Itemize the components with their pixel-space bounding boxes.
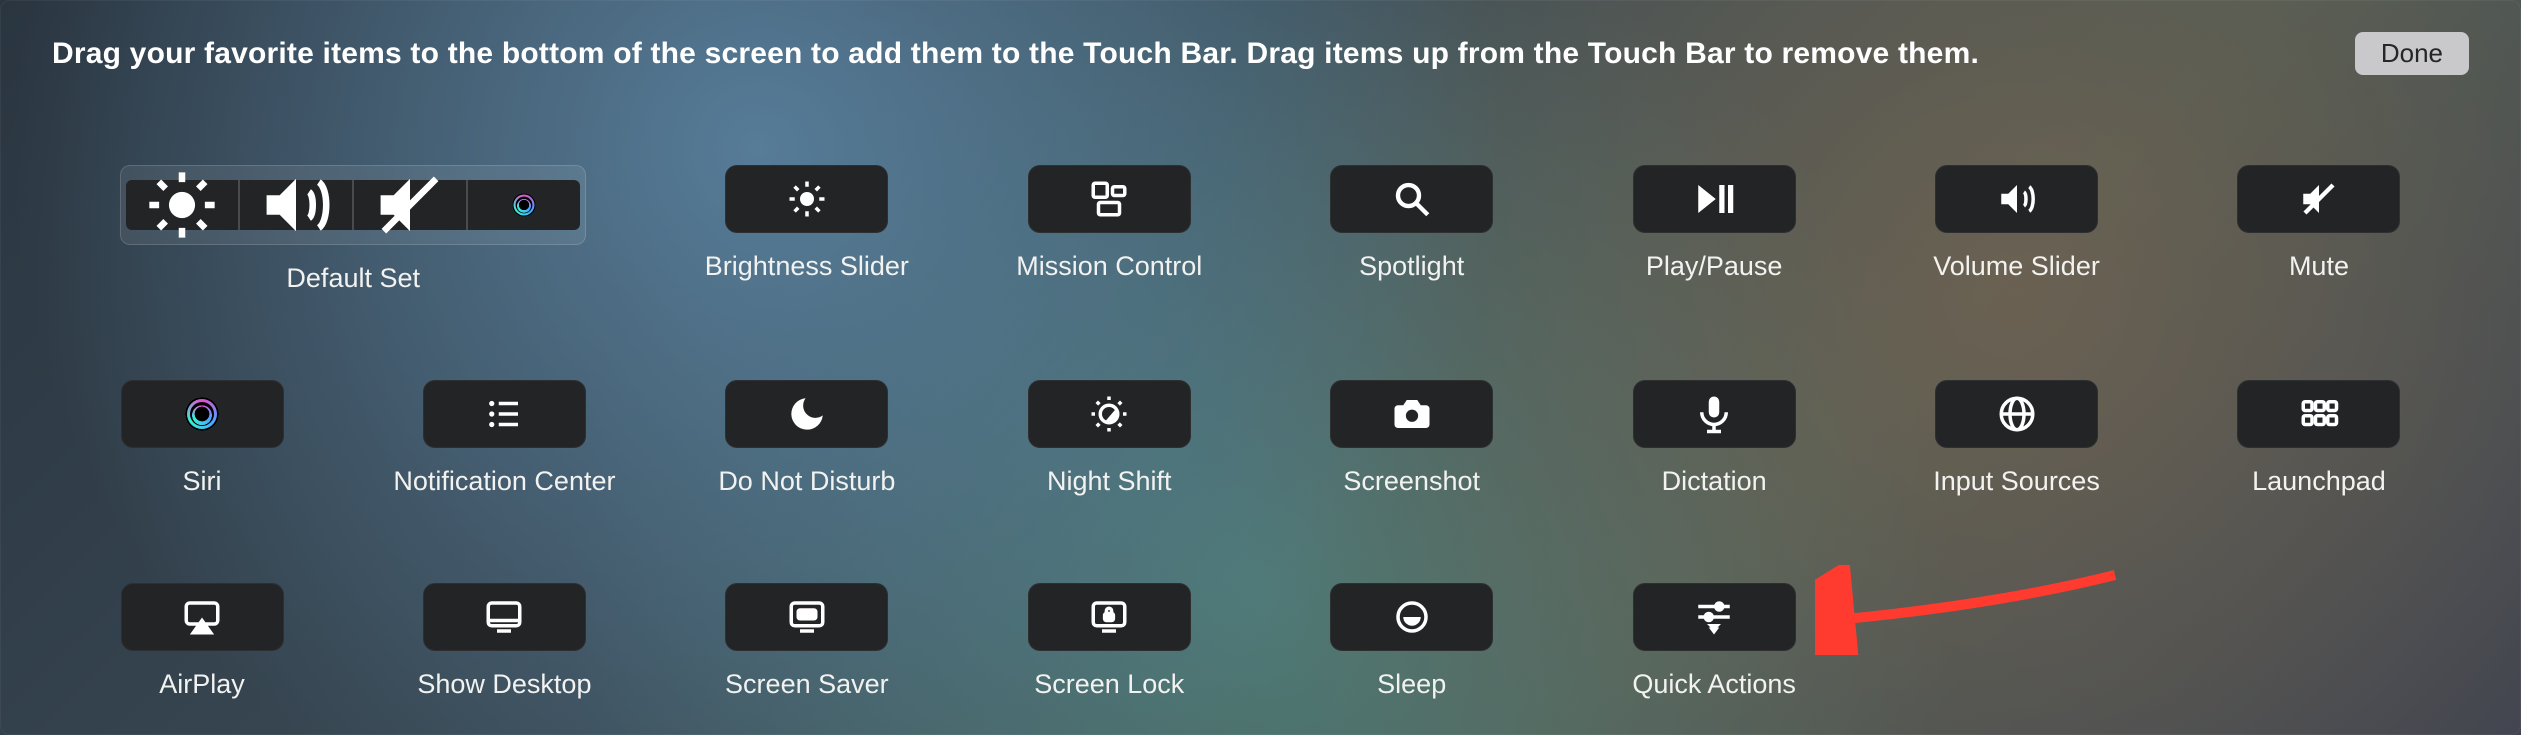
item-launchpad[interactable]: Launchpad — [2169, 380, 2469, 497]
item-screen-lock[interactable]: Screen Lock — [959, 583, 1259, 700]
globe-icon — [1935, 380, 2098, 448]
label-sleep: Sleep — [1377, 669, 1446, 700]
launchpad-icon — [2237, 380, 2400, 448]
label-launchpad: Launchpad — [2252, 466, 2386, 497]
label-quick-actions: Quick Actions — [1632, 669, 1796, 700]
brightness-icon — [126, 180, 240, 230]
volume-icon — [1935, 165, 2098, 233]
label-spotlight: Spotlight — [1359, 251, 1464, 282]
label-do-not-disturb: Do Not Disturb — [718, 466, 895, 497]
label-screen-lock: Screen Lock — [1034, 669, 1184, 700]
item-sleep[interactable]: Sleep — [1262, 583, 1562, 700]
mute-icon — [2237, 165, 2400, 233]
item-quick-actions[interactable]: Quick Actions — [1564, 583, 1864, 700]
item-dictation[interactable]: Dictation — [1564, 380, 1864, 497]
airplay-icon — [121, 583, 284, 651]
label-default-set: Default Set — [286, 263, 420, 294]
item-spotlight[interactable]: Spotlight — [1262, 165, 1562, 282]
night-shift-icon — [1028, 380, 1191, 448]
list-icon — [423, 380, 586, 448]
item-input-sources[interactable]: Input Sources — [1867, 380, 2167, 497]
item-siri[interactable]: Siri — [52, 380, 352, 497]
item-notification-center[interactable]: Notification Center — [354, 380, 654, 497]
screen-saver-icon — [725, 583, 888, 651]
camera-icon — [1330, 380, 1493, 448]
play-pause-icon — [1633, 165, 1796, 233]
label-screenshot: Screenshot — [1343, 466, 1480, 497]
label-volume-slider: Volume Slider — [1933, 251, 2100, 282]
label-screen-saver: Screen Saver — [725, 669, 889, 700]
label-night-shift: Night Shift — [1047, 466, 1172, 497]
item-default-set[interactable]: Default Set — [52, 165, 654, 294]
item-mission-control[interactable]: Mission Control — [959, 165, 1259, 282]
item-night-shift[interactable]: Night Shift — [959, 380, 1259, 497]
mute-icon — [354, 180, 468, 230]
item-volume-slider[interactable]: Volume Slider — [1867, 165, 2167, 282]
item-do-not-disturb[interactable]: Do Not Disturb — [657, 380, 957, 497]
siri-icon — [468, 180, 580, 230]
label-input-sources: Input Sources — [1933, 466, 2100, 497]
header: Drag your favorite items to the bottom o… — [52, 32, 2469, 75]
lock-icon — [1028, 583, 1191, 651]
label-mission-control: Mission Control — [1016, 251, 1202, 282]
touchbar-customize-panel: Drag your favorite items to the bottom o… — [0, 0, 2521, 735]
search-icon — [1330, 165, 1493, 233]
item-play-pause[interactable]: Play/Pause — [1564, 165, 1864, 282]
label-siri: Siri — [183, 466, 222, 497]
mission-control-icon — [1028, 165, 1191, 233]
sleep-icon — [1330, 583, 1493, 651]
label-dictation: Dictation — [1662, 466, 1767, 497]
brightness-icon — [725, 165, 888, 233]
label-notification-center: Notification Center — [393, 466, 615, 497]
desktop-icon — [423, 583, 586, 651]
item-show-desktop[interactable]: Show Desktop — [354, 583, 654, 700]
siri-icon — [121, 380, 284, 448]
label-airplay: AirPlay — [159, 669, 245, 700]
item-brightness-slider[interactable]: Brightness Slider — [657, 165, 957, 282]
item-screenshot[interactable]: Screenshot — [1262, 380, 1562, 497]
default-set-key — [120, 165, 586, 245]
moon-icon — [725, 380, 888, 448]
microphone-icon — [1633, 380, 1796, 448]
done-button[interactable]: Done — [2355, 32, 2469, 75]
item-airplay[interactable]: AirPlay — [52, 583, 352, 700]
item-mute[interactable]: Mute — [2169, 165, 2469, 282]
instruction-text: Drag your favorite items to the bottom o… — [52, 37, 1979, 71]
volume-icon — [240, 180, 354, 230]
label-show-desktop: Show Desktop — [417, 669, 591, 700]
label-play-pause: Play/Pause — [1646, 251, 1783, 282]
label-mute: Mute — [2289, 251, 2349, 282]
items-grid: Default Set Brightness Slider Mission Co… — [52, 165, 2469, 700]
item-screen-saver[interactable]: Screen Saver — [657, 583, 957, 700]
quick-actions-icon — [1633, 583, 1796, 651]
label-brightness-slider: Brightness Slider — [705, 251, 909, 282]
